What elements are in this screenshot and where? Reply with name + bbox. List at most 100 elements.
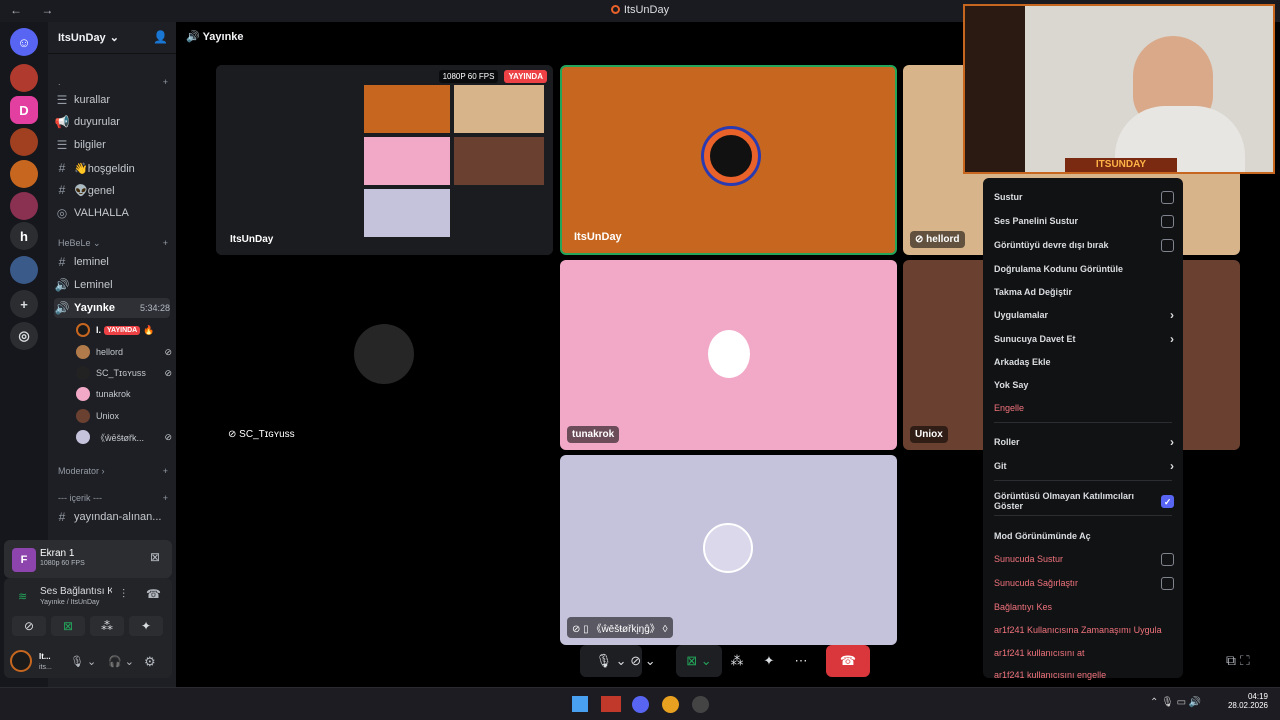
voice-user[interactable]: I. YAYINDA 🔥: [76, 320, 172, 340]
server-icon[interactable]: D: [10, 96, 38, 124]
obs-taskbar-icon[interactable]: [692, 696, 709, 713]
signal-icon[interactable]: ≋: [18, 590, 27, 603]
channel-item[interactable]: # 👽genel: [54, 180, 170, 200]
camera-off-button[interactable]: ⊘: [12, 616, 46, 636]
discover-icon[interactable]: ◎: [10, 322, 38, 350]
headphones-icon[interactable]: 🎧 ⌄: [108, 655, 134, 668]
menu-item[interactable]: Git ›: [994, 457, 1174, 475]
menu-item[interactable]: Uygulamalar ›: [994, 306, 1174, 324]
channel-item[interactable]: ☰ bilgiler: [54, 135, 170, 155]
menu-separator: [994, 422, 1172, 423]
screenshare-control-button[interactable]: ⊠ ⌄: [676, 645, 722, 677]
checkbox-icon[interactable]: [1161, 238, 1174, 252]
user-tile-sc[interactable]: ⊘ SC_Tɪɢʏuss: [216, 260, 553, 450]
server-icon[interactable]: [10, 128, 38, 156]
voice-user[interactable]: Uniox: [76, 406, 172, 426]
menu-item[interactable]: Sunucuda Sustur: [994, 550, 1174, 568]
voice-user[interactable]: SC_Tɪɢʏuss ⊘: [76, 363, 172, 383]
checkbox-icon[interactable]: [1161, 576, 1174, 590]
avatar: [76, 366, 90, 380]
user-tile-itsunday[interactable]: ItsUnDay: [560, 65, 897, 255]
menu-item[interactable]: Sunucuya Davet Et ›: [994, 330, 1174, 348]
avatar: [76, 323, 90, 337]
menu-item[interactable]: Sunucuda Sağırlaştır: [994, 574, 1174, 592]
home-icon[interactable]: ☺: [10, 28, 38, 56]
voice-channel-active[interactable]: 🔊 Yayınke 5:34:28: [54, 298, 170, 318]
channel-item[interactable]: 📢 duyurular: [54, 112, 170, 132]
screenshare-tile[interactable]: 1080P 60 FPS YAYINDA ItsUnDay: [216, 65, 553, 255]
camera-button[interactable]: ⊘ ⌄: [622, 645, 664, 677]
voice-user[interactable]: tunakrok: [76, 384, 172, 404]
menu-item-label: Görüntüsü Olmayan Katılımcıları Göster: [994, 491, 1135, 511]
checkbox-icon[interactable]: [1161, 214, 1174, 228]
noise-icon[interactable]: ⫶: [122, 587, 125, 602]
channel-item[interactable]: # 👋hoşgeldin: [54, 158, 170, 178]
settings-gear-icon[interactable]: ⚙: [144, 654, 156, 670]
category-header[interactable]: --- içerik --- +: [58, 493, 168, 503]
menu-item[interactable]: Arkadaş Ekle: [994, 353, 1174, 371]
menu-item-label: Sunucuya Davet Et: [994, 334, 1076, 344]
menu-item[interactable]: ar1f241 kullanıcısını engelle: [994, 666, 1174, 684]
menu-item-label: Sunucuda Sağırlaştır: [994, 578, 1079, 588]
menu-item[interactable]: ar1f241 kullanıcısını at: [994, 644, 1174, 662]
popout-icon[interactable]: ⧉ ⛶: [1226, 652, 1250, 669]
menu-item[interactable]: Engelle: [994, 399, 1174, 417]
channel-item[interactable]: # yayından-alınan...: [54, 507, 170, 527]
server-icon[interactable]: [10, 192, 38, 220]
channel-item[interactable]: # leminel: [54, 252, 170, 272]
menu-item[interactable]: Görüntüyü devre dışı bırak: [994, 236, 1174, 254]
server-icon[interactable]: [10, 160, 38, 188]
tray-icons[interactable]: ⌃ 🎙 ▭ 🔊: [1150, 697, 1201, 708]
server-icon[interactable]: [10, 64, 38, 92]
app-icon[interactable]: [601, 696, 621, 712]
activities-button[interactable]: ⁂: [90, 616, 124, 636]
screenshare-button[interactable]: ⊠: [51, 616, 85, 636]
category-header[interactable]: . +: [58, 77, 168, 87]
activities-control-icon[interactable]: ⁂: [726, 645, 748, 677]
voice-user[interactable]: hellord ⊘: [76, 342, 172, 362]
voice-user[interactable]: 《ŵēšŧøřk... ⊘: [76, 427, 172, 447]
announce-icon: 📢: [54, 115, 70, 129]
soundboard-button[interactable]: ✦: [129, 616, 163, 636]
menu-item[interactable]: Yok Say: [994, 376, 1174, 394]
channel-item[interactable]: 🔊 Leminel: [54, 275, 170, 295]
menu-item[interactable]: Takma Ad Değiştir: [994, 283, 1174, 301]
category-header[interactable]: HeBeLe ⌄ +: [58, 238, 168, 249]
menu-item[interactable]: Doğrulama Kodunu Görüntüle: [994, 260, 1174, 278]
menu-item[interactable]: Sustur: [994, 188, 1174, 206]
checkbox-icon[interactable]: [1161, 552, 1174, 566]
mic-icon[interactable]: 🎙 ⌄: [70, 655, 96, 668]
disconnect-icon[interactable]: ☎: [146, 587, 161, 601]
menu-item[interactable]: Görüntüsü Olmayan Katılımcıları Göster ✓: [994, 491, 1174, 511]
stop-stream-icon[interactable]: ⊠: [150, 550, 160, 564]
menu-item-label: Doğrulama Kodunu Görüntüle: [994, 264, 1123, 274]
soundboard-control-icon[interactable]: ✦: [758, 645, 780, 677]
server-folder-icon[interactable]: [10, 256, 38, 284]
chevron-right-icon: ›: [1170, 435, 1174, 449]
menu-item[interactable]: Roller ›: [994, 433, 1174, 451]
menu-item[interactable]: ar1f241 Kullanıcısına Zamanaşımı Uygula: [994, 621, 1174, 639]
checkbox-icon[interactable]: [1161, 190, 1174, 204]
status-icon: 🔥: [143, 324, 155, 335]
leave-call-button[interactable]: ☎: [826, 645, 870, 677]
server-icon[interactable]: h: [10, 222, 38, 250]
chrome-taskbar-icon[interactable]: [662, 696, 679, 713]
add-server-icon[interactable]: +: [10, 290, 38, 318]
start-icon[interactable]: [572, 696, 588, 712]
server-header[interactable]: ItsUnDay ⌄ 👤: [48, 22, 176, 54]
menu-item[interactable]: Bağlantıyı Kes: [994, 598, 1174, 616]
menu-item[interactable]: Ses Panelini Sustur: [994, 212, 1174, 230]
channel-item[interactable]: ☰ kurallar: [54, 90, 170, 110]
tile-label: ⊘ SC_Tɪɢʏuss: [228, 429, 295, 440]
menu-item[interactable]: Mod Görünümünde Aç: [994, 527, 1174, 545]
more-options-icon[interactable]: ⋯: [790, 645, 812, 677]
checkbox-checked-icon[interactable]: ✓: [1161, 494, 1174, 508]
category-header[interactable]: Moderator › +: [58, 466, 168, 476]
user-tile-west[interactable]: ⊘ ▯ 《ŵēšŧøřkįŋĝ》 ◊: [560, 455, 897, 645]
user-tile-tunakrok[interactable]: tunakrok: [560, 260, 897, 450]
clock[interactable]: 04:19 28.02.2026: [1226, 692, 1268, 710]
add-user-icon[interactable]: 👤: [153, 30, 168, 44]
discord-taskbar-icon[interactable]: [632, 696, 649, 713]
user-avatar[interactable]: [10, 650, 32, 672]
channel-item[interactable]: ◎ VALHALLA: [54, 203, 170, 223]
